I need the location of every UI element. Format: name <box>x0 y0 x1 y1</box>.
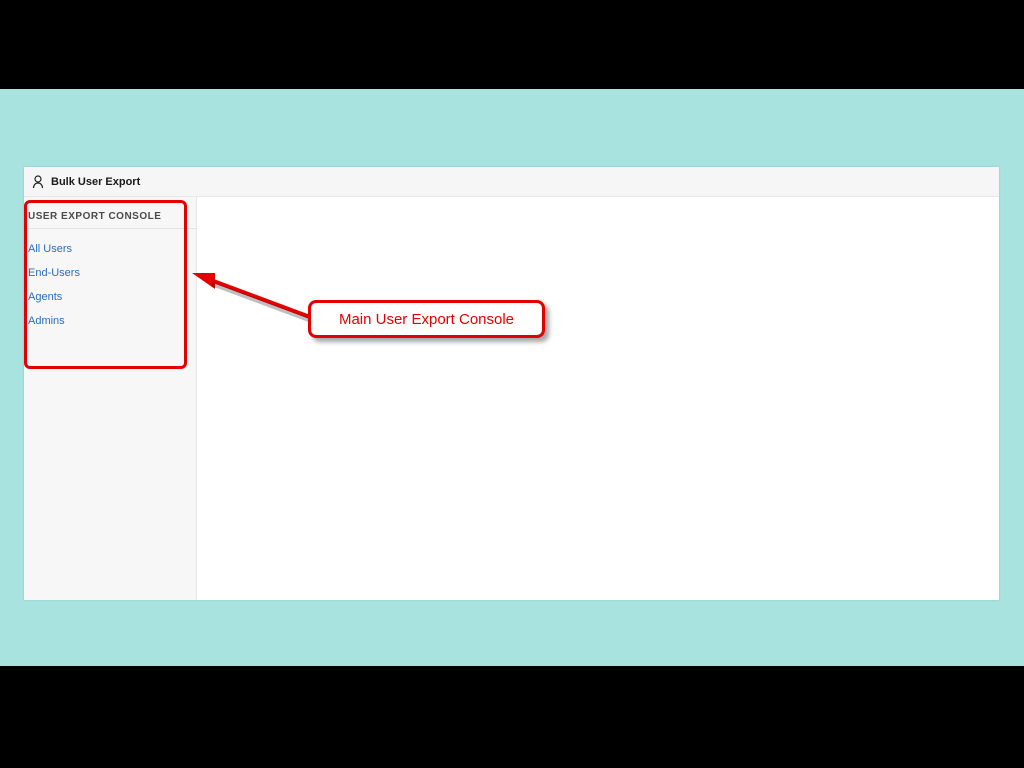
sidebar-item-agents[interactable]: Agents <box>24 285 196 309</box>
main-content <box>197 197 999 600</box>
sidebar-heading: USER EXPORT CONSOLE <box>24 211 196 229</box>
annotation-callout-label: Main User Export Console <box>339 311 514 328</box>
page-title: Bulk User Export <box>51 176 140 188</box>
header-bar: Bulk User Export <box>24 167 999 197</box>
app-window: Bulk User Export USER EXPORT CONSOLE All… <box>24 167 999 600</box>
sidebar-item-all-users[interactable]: All Users <box>24 237 196 261</box>
body-row: USER EXPORT CONSOLE All Users End-Users … <box>24 197 999 600</box>
presentation-stage: Bulk User Export USER EXPORT CONSOLE All… <box>0 89 1024 666</box>
sidebar-item-end-users[interactable]: End-Users <box>24 261 196 285</box>
sidebar: USER EXPORT CONSOLE All Users End-Users … <box>24 197 197 600</box>
user-icon <box>32 175 44 189</box>
sidebar-item-admins[interactable]: Admins <box>24 309 196 333</box>
annotation-callout: Main User Export Console <box>308 300 545 338</box>
